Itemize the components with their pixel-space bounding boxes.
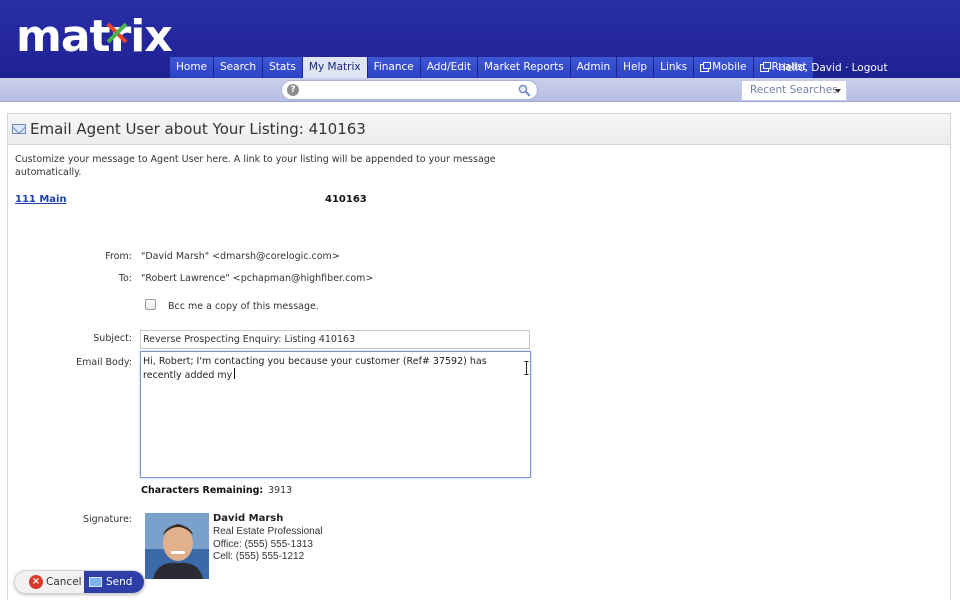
tab-finance[interactable]: Finance <box>367 57 420 78</box>
tab-label: Home <box>176 61 208 73</box>
tab-label: Links <box>660 61 688 73</box>
tab-my-matrix[interactable]: My Matrix <box>302 57 367 78</box>
tab-label: Stats <box>269 61 296 73</box>
recent-searches-dropdown[interactable]: Recent Searches <box>741 80 847 101</box>
signature-title: Real Estate Professional <box>213 526 323 537</box>
main-nav: Home Search Stats My Matrix Finance Add/… <box>170 57 814 78</box>
send-button-label: Send <box>106 576 133 588</box>
tab-label: Market Reports <box>483 61 564 73</box>
send-button[interactable]: Send <box>84 571 144 593</box>
panel-title-bar: Email Agent User about Your Listing: 410… <box>8 114 950 145</box>
envelope-icon <box>12 124 26 134</box>
cancel-button-label: Cancel <box>46 576 82 588</box>
top-header: matrix Home Search Stats My Matrix Finan… <box>0 0 960 78</box>
tab-label: Add/Edit <box>426 61 471 73</box>
cancel-button[interactable]: × Cancel <box>15 571 84 593</box>
logo-x-accent-icon <box>106 22 128 44</box>
ibeam-cursor-icon <box>524 361 529 375</box>
page-title: Email Agent User about Your Listing: 410… <box>30 120 366 138</box>
tab-add-edit[interactable]: Add/Edit <box>420 57 477 78</box>
subject-label: Subject: <box>93 333 132 344</box>
tab-label: Search <box>220 61 257 73</box>
tab-search[interactable]: Search <box>214 57 263 78</box>
signature-cell-phone: Cell: (555) 555-1212 <box>213 551 305 562</box>
external-window-icon <box>759 61 771 72</box>
signature-label: Signature: <box>82 514 132 525</box>
search-icon[interactable] <box>518 84 531 97</box>
signature-office-phone: Office: (555) 555-1313 <box>213 539 313 550</box>
subject-input[interactable]: Reverse Prospecting Enquiry: Listing 410… <box>140 330 530 349</box>
signature-name: David Marsh <box>213 513 284 524</box>
tab-label: Help <box>623 61 648 73</box>
intro-text: Customize your message to Agent User her… <box>15 154 496 178</box>
from-value: "David Marsh" <dmarsh@corelogic.com> <box>141 251 340 262</box>
email-body-textarea[interactable]: Hi, Robert; I'm contacting you because y… <box>140 351 531 478</box>
listing-number: 410163 <box>325 194 367 205</box>
tab-home[interactable]: Home <box>170 57 214 78</box>
cancel-x-icon: × <box>29 575 43 589</box>
bcc-label[interactable]: Bcc me a copy of this message. <box>168 301 319 312</box>
email-body-text: Hi, Robert; I'm contacting you because y… <box>143 356 487 381</box>
help-icon[interactable]: ? <box>287 84 299 96</box>
agent-photo <box>145 513 209 579</box>
chars-remaining-count: 3913 <box>268 485 293 496</box>
recent-searches-label: Recent Searches <box>750 84 838 96</box>
external-window-icon <box>700 61 712 72</box>
tab-admin[interactable]: Admin <box>570 57 617 78</box>
quick-search-input[interactable]: ? <box>281 80 538 100</box>
envelope-send-icon <box>89 577 102 587</box>
tab-market-reports[interactable]: Market Reports <box>477 57 570 78</box>
greeting-text: Hello, David <box>778 62 842 74</box>
tab-links[interactable]: Links <box>654 57 694 78</box>
tab-label: Finance <box>373 61 414 73</box>
logout-link[interactable]: Logout <box>852 62 888 74</box>
user-greeting: Hello, David · Logout <box>778 62 888 74</box>
to-label: To: <box>118 273 132 284</box>
email-body-label: Email Body: <box>76 357 132 368</box>
tab-label: My Matrix <box>308 61 361 73</box>
tab-label: Mobile <box>712 61 747 73</box>
tab-stats[interactable]: Stats <box>263 57 302 78</box>
tab-label: Admin <box>576 61 611 73</box>
text-caret <box>234 368 236 379</box>
chars-remaining-label: Characters Remaining: <box>141 485 264 496</box>
from-label: From: <box>105 251 132 262</box>
tab-mobile[interactable]: Mobile <box>694 57 753 78</box>
matrix-logo[interactable]: matrix <box>16 14 173 60</box>
listing-address-link[interactable]: 111 Main <box>15 194 67 205</box>
bcc-checkbox[interactable] <box>145 299 156 310</box>
chevron-down-icon <box>835 89 841 93</box>
action-button-group: × Cancel Send <box>14 570 145 594</box>
greeting-separator: · <box>841 62 852 74</box>
tab-help[interactable]: Help <box>617 57 654 78</box>
to-value: "Robert Lawrence" <pchapman@highfiber.co… <box>141 273 374 284</box>
